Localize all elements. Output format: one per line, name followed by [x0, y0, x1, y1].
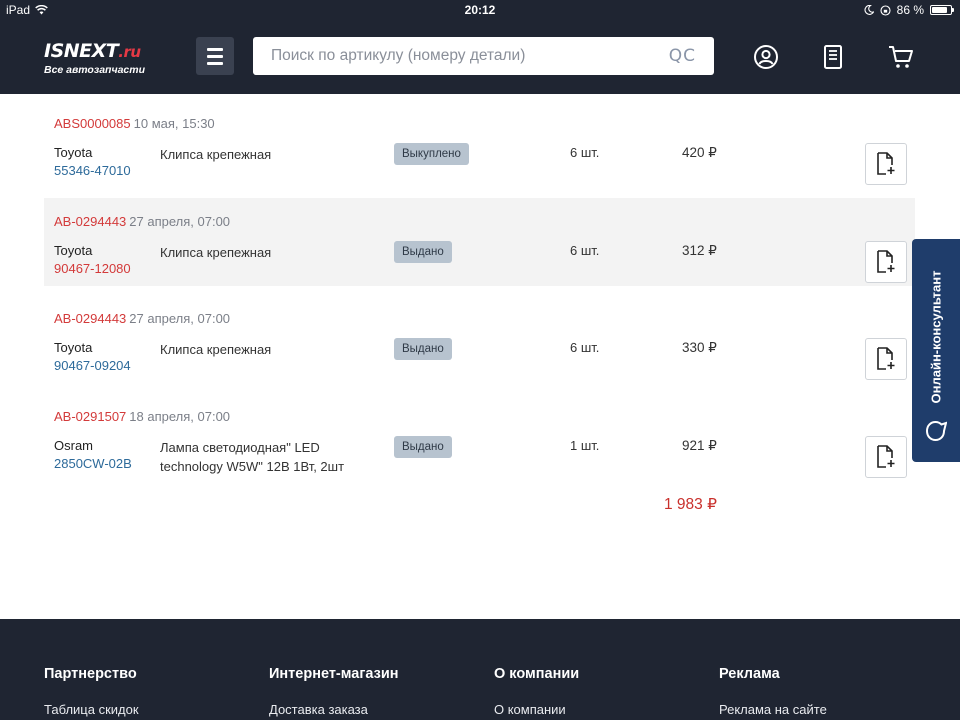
quantity: 6 шт.: [570, 340, 600, 355]
orders-total: 1 983 ₽: [664, 496, 717, 513]
article-link[interactable]: 2850CW-02B: [54, 456, 132, 471]
footer-column-about: О компании О компании: [494, 666, 579, 717]
add-document-button[interactable]: [865, 241, 907, 283]
status-bar-right: 86 %: [864, 3, 954, 17]
brand: Toyota: [54, 340, 93, 355]
order-row: AB-0294443 27 апреля, 07:00 Toyota 90467-…: [44, 198, 915, 286]
order-row: AB-0291507 18 апреля, 07:00 Osram 2850CW-…: [44, 393, 915, 481]
order-date: 27 апреля, 07:00: [129, 311, 231, 326]
menu-icon-bar: [207, 54, 223, 58]
article-link[interactable]: 55346-47010: [54, 163, 131, 178]
search-input[interactable]: [253, 37, 643, 75]
footer-link[interactable]: О компании: [494, 702, 579, 717]
menu-button[interactable]: [196, 37, 234, 75]
quantity: 6 шт.: [570, 243, 600, 258]
logo-main-text: ISNEXT: [44, 40, 119, 62]
add-document-button[interactable]: [865, 338, 907, 380]
battery-percent: 86 %: [896, 3, 924, 17]
status-badge: Выдано: [394, 338, 452, 360]
search-box: QC: [253, 37, 714, 75]
footer-title: О компании: [494, 666, 580, 682]
chat-bubble-icon: [925, 420, 947, 442]
order-date: 27 апреля, 07:00: [129, 214, 231, 229]
menu-icon-bar: [207, 47, 223, 51]
rotation-lock-icon: [880, 4, 891, 16]
add-document-button[interactable]: [865, 436, 907, 478]
price: 330 ₽: [682, 340, 717, 355]
add-document-icon: [877, 250, 895, 273]
qc-badge[interactable]: QC: [669, 46, 696, 66]
status-badge: Выдано: [394, 436, 452, 458]
status-bar: iPad 20:12 86 %: [0, 0, 960, 20]
order-row: AB-0294443 27 апреля, 07:00 Toyota 90467-…: [44, 295, 915, 383]
logo-tld: .ru: [118, 43, 141, 61]
battery-icon: [930, 5, 954, 15]
status-badge: Выдано: [394, 241, 452, 263]
footer-column-ads: Реклама Реклама на сайте: [719, 666, 827, 717]
footer-title: Интернет-магазин: [269, 666, 399, 682]
status-time: 20:12: [464, 3, 496, 17]
price: 312 ₽: [682, 243, 717, 258]
add-document-icon: [877, 152, 895, 175]
order-number[interactable]: AB-0294443: [54, 214, 126, 229]
order-date: 18 апреля, 07:00: [129, 409, 231, 424]
brand: Toyota: [54, 145, 93, 160]
logo-wordmark: ISNEXT.ru: [44, 40, 154, 63]
order-header: ABS0000085 10 мая, 15:30: [54, 116, 215, 131]
moon-icon: [864, 5, 874, 15]
order-header: AB-0291507 18 апреля, 07:00: [54, 409, 230, 424]
site-header: ISNEXT.ru Все автозапчасти QC: [0, 20, 960, 94]
footer-column-partnership: Партнерство Таблица скидок: [44, 666, 139, 717]
cart-icon[interactable]: [888, 44, 914, 70]
order-header: AB-0294443 27 апреля, 07:00: [54, 214, 230, 229]
price: 921 ₽: [682, 438, 717, 453]
article-link[interactable]: 90467-09204: [54, 358, 131, 373]
notebook-icon[interactable]: [820, 44, 846, 70]
product-name: Клипса крепежная: [160, 245, 272, 260]
brand: Toyota: [54, 243, 93, 258]
battery-level: [932, 7, 948, 13]
footer-link[interactable]: Доставка заказа: [269, 702, 399, 717]
quantity: 1 шт.: [570, 438, 600, 453]
footer-link[interactable]: Таблица скидок: [44, 702, 139, 717]
online-consultant-label: Онлайн-консультант: [928, 270, 944, 404]
menu-icon-bar: [207, 61, 223, 65]
order-date: 10 мая, 15:30: [133, 116, 215, 131]
add-document-icon: [877, 347, 895, 370]
article-link[interactable]: 90467-12080: [54, 261, 131, 276]
order-number[interactable]: AB-0294443: [54, 311, 126, 326]
logo[interactable]: ISNEXT.ru Все автозапчасти: [44, 40, 154, 80]
product-name: Клипса крепежная: [160, 342, 272, 357]
add-document-button[interactable]: [865, 143, 907, 185]
quantity: 6 шт.: [570, 145, 600, 160]
footer-title: Реклама: [719, 666, 780, 682]
add-document-icon: [877, 445, 895, 468]
product-name: Лампа светодиодная" LED technology W5W" …: [160, 440, 345, 474]
site-footer: Партнерство Таблица скидок Интернет-мага…: [0, 619, 960, 720]
order-header: AB-0294443 27 апреля, 07:00: [54, 311, 230, 326]
order-row: ABS0000085 10 мая, 15:30 Toyota 55346-470…: [44, 100, 915, 188]
footer-column-shop: Интернет-магазин Доставка заказа: [269, 666, 399, 717]
logo-tagline: Все автозапчасти: [44, 64, 145, 76]
order-number[interactable]: ABS0000085: [54, 116, 131, 131]
status-badge: Выкуплено: [394, 143, 469, 165]
price: 420 ₽: [682, 145, 717, 160]
online-consultant-tab[interactable]: Онлайн-консультант: [912, 239, 960, 462]
user-icon[interactable]: [753, 44, 779, 70]
order-number[interactable]: AB-0291507: [54, 409, 126, 424]
brand: Osram: [54, 438, 93, 453]
footer-title: Партнерство: [44, 666, 137, 682]
product-name: Клипса крепежная: [160, 147, 272, 162]
footer-link[interactable]: Реклама на сайте: [719, 702, 827, 717]
orders-history: ABS0000085 10 мая, 15:30 Toyota 55346-470…: [0, 94, 960, 619]
